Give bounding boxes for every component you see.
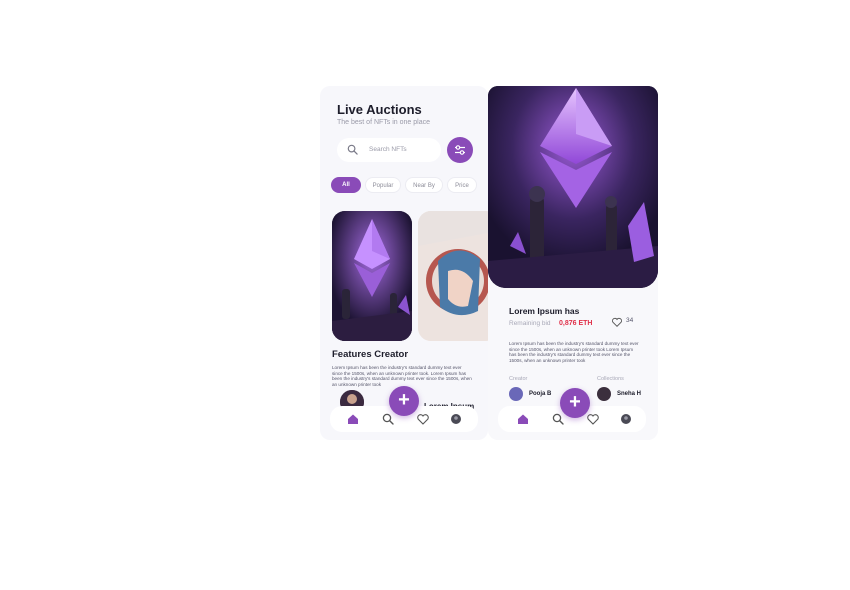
page-title: Live Auctions bbox=[337, 102, 422, 117]
search-placeholder: Search NFTs bbox=[369, 146, 407, 153]
home-icon[interactable] bbox=[516, 412, 530, 426]
add-button[interactable]: + bbox=[389, 386, 419, 416]
like-button[interactable]: 34 bbox=[611, 315, 641, 327]
filter-icon bbox=[455, 145, 465, 155]
collections-label: Collections bbox=[597, 376, 624, 382]
add-button[interactable]: + bbox=[560, 388, 590, 418]
creator-label: Creator bbox=[509, 376, 528, 382]
search-icon bbox=[347, 144, 358, 155]
ethereum-nft-image bbox=[332, 211, 412, 341]
chip-near-by[interactable]: Near By bbox=[405, 177, 443, 193]
profile-icon[interactable] bbox=[619, 412, 633, 426]
ethereum-hero-art bbox=[488, 86, 658, 288]
features-creator-title: Features Creator bbox=[332, 349, 409, 360]
collection-avatar bbox=[597, 387, 611, 401]
anime-nft-image bbox=[418, 211, 488, 341]
chip-price[interactable]: Price bbox=[447, 177, 477, 193]
nft-hero-image bbox=[488, 86, 658, 288]
home-icon[interactable] bbox=[346, 412, 360, 426]
filter-chips: All Popular Near By Price bbox=[331, 177, 488, 193]
bid-label: Remaining bid bbox=[509, 320, 551, 327]
search-icon[interactable] bbox=[551, 412, 565, 426]
collection-name: Sneha H bbox=[617, 391, 642, 397]
features-creator-text: Lorem Ipsum has been the industry's stan… bbox=[332, 365, 472, 387]
heart-icon[interactable] bbox=[586, 412, 600, 426]
chip-all[interactable]: All bbox=[331, 177, 361, 193]
search-icon[interactable] bbox=[381, 412, 395, 426]
heart-icon bbox=[612, 317, 622, 327]
nft-card-ethereum[interactable] bbox=[332, 211, 412, 341]
live-auctions-screen: Live Auctions The best of NFTs in one pl… bbox=[320, 86, 488, 440]
page-subtitle: The best of NFTs in one place bbox=[337, 119, 430, 126]
chip-popular[interactable]: Popular bbox=[365, 177, 401, 193]
heart-icon[interactable] bbox=[416, 412, 430, 426]
nft-detail-screen: Lorem Ipsum has Remaining bid 0,876 ETH … bbox=[488, 86, 658, 440]
creator-name: Pooja B bbox=[529, 391, 552, 397]
nft-card-anime[interactable] bbox=[418, 211, 488, 341]
nft-description: Lorem Ipsum has been the industry's stan… bbox=[509, 341, 639, 363]
search-input[interactable]: Search NFTs bbox=[337, 138, 441, 162]
nft-title: Lorem Ipsum has bbox=[509, 306, 580, 316]
like-count: 34 bbox=[626, 317, 634, 324]
creator-avatar bbox=[509, 387, 523, 401]
profile-icon[interactable] bbox=[449, 412, 463, 426]
filter-button[interactable] bbox=[447, 137, 473, 163]
bid-price: 0,876 ETH bbox=[559, 320, 593, 327]
